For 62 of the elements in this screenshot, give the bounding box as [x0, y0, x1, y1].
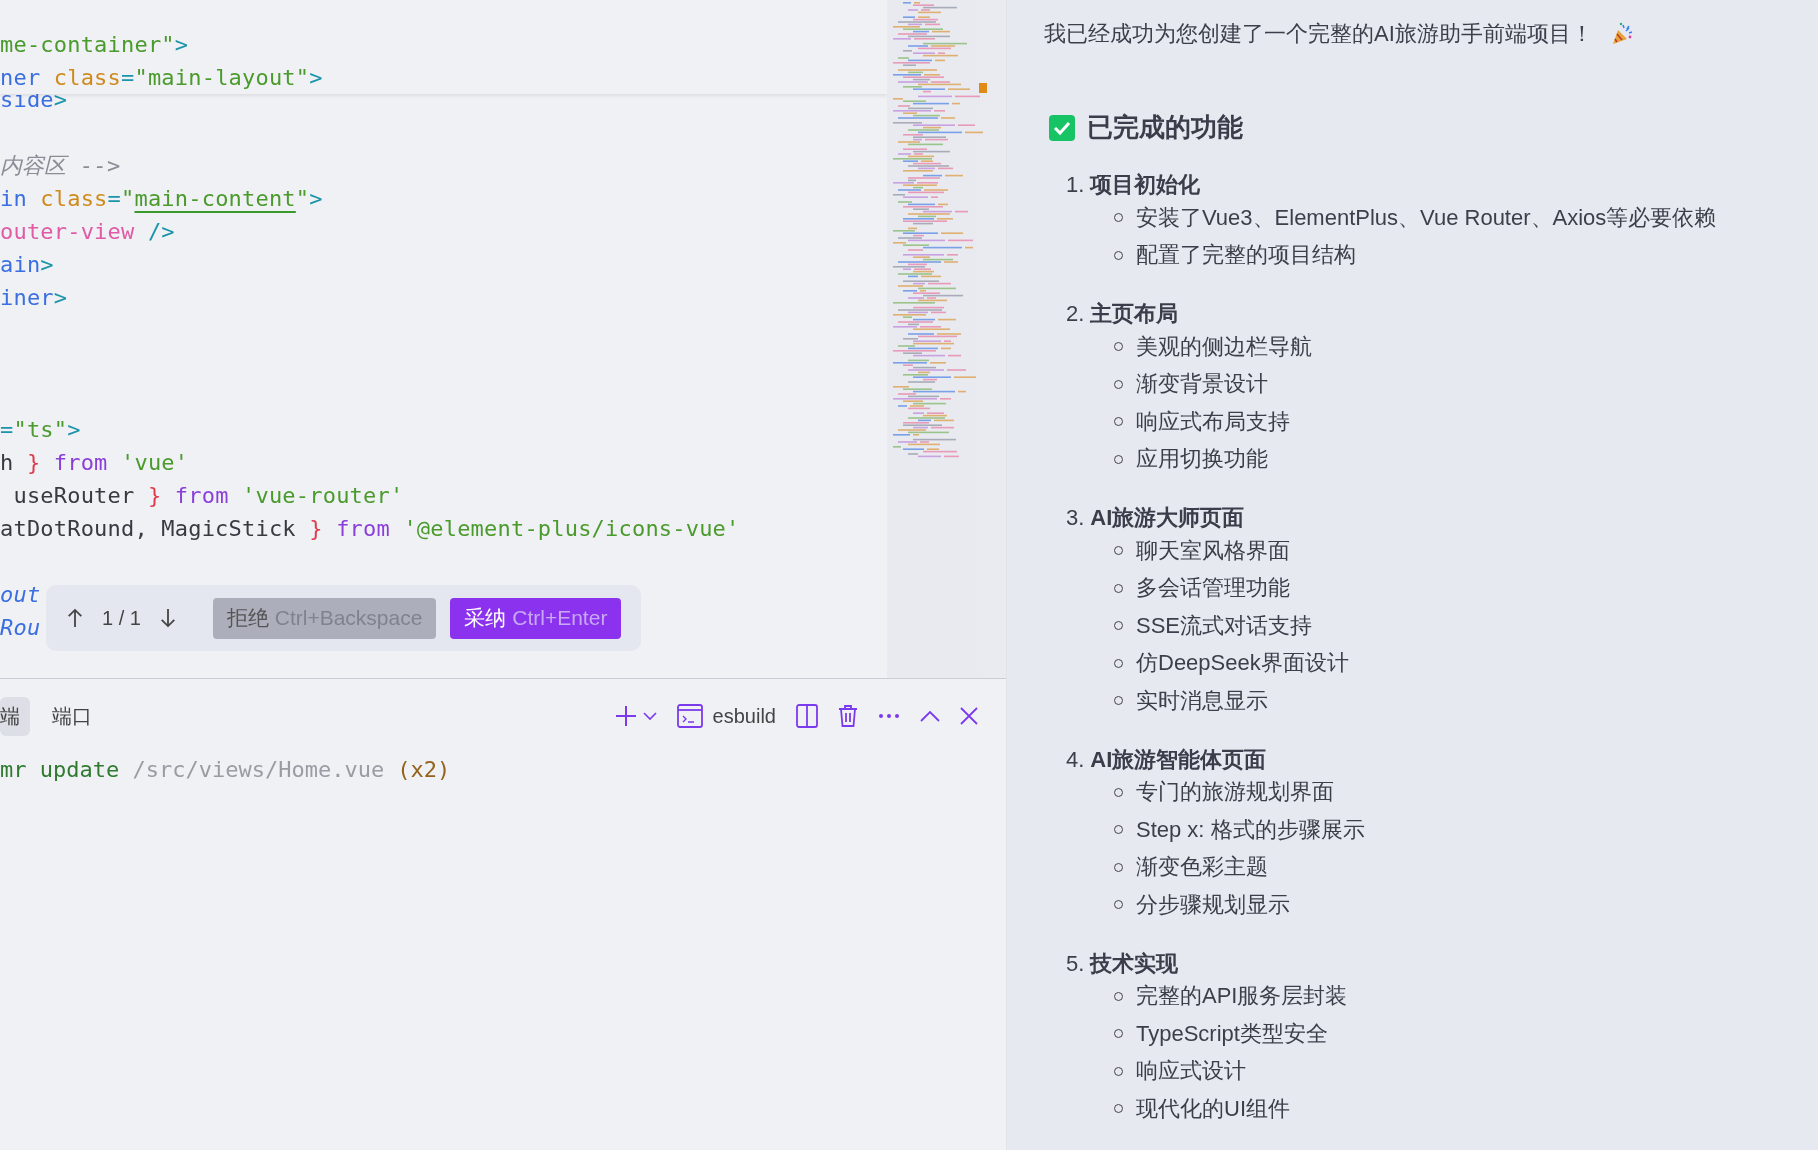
- split-icon[interactable]: [796, 704, 818, 728]
- list-item-text: 聊天室风格界面: [1136, 536, 1290, 565]
- list-item-text: TypeScript类型安全: [1136, 1019, 1328, 1048]
- list-item-text: 渐变色彩主题: [1136, 853, 1268, 882]
- list-item-text: 完整的API服务层封装: [1136, 982, 1348, 1011]
- list-item-text: 应用切换功能: [1136, 445, 1268, 474]
- list-item-text: 安装了Vue3、ElementPlus、Vue Router、Axios等必要依赖: [1136, 203, 1717, 232]
- more-icon[interactable]: [878, 713, 900, 719]
- code-line: ="ts">: [0, 416, 81, 444]
- plus-icon[interactable]: [614, 705, 637, 727]
- close-icon[interactable]: [960, 707, 978, 725]
- chevron-down-icon[interactable]: [642, 711, 657, 721]
- code-line: 内容区 -->: [0, 152, 121, 180]
- panel-tab[interactable]: 端口: [42, 696, 102, 736]
- list-item-text: 美观的侧边栏导航: [1136, 332, 1312, 361]
- list-item-text: 响应式设计: [1136, 1057, 1246, 1086]
- code-line: h } from 'vue': [0, 449, 189, 477]
- list-item-title: 主页布局: [1090, 300, 1179, 328]
- code-line: Rou: [0, 614, 41, 642]
- list-item-text: 配置了完整的项目结构: [1136, 241, 1356, 270]
- terminal-output-line: mr update /src/views/Home.vue (x2): [0, 756, 451, 784]
- list-item-text: 多会话管理功能: [1136, 574, 1290, 603]
- list-number: 1.: [1066, 172, 1085, 198]
- terminal-icon[interactable]: [676, 704, 703, 728]
- list-item-text: 专门的旅游规划界面: [1136, 778, 1334, 807]
- message-text: 我已经成功为您创建了一个完整的AI旅游助手前端项目！: [1044, 20, 1593, 48]
- code-line: ain>: [0, 251, 54, 279]
- list-item-text: 实时消息显示: [1136, 686, 1268, 715]
- code-line: useRouter } from 'vue-router': [12, 482, 404, 510]
- check-mark-icon: [1049, 114, 1075, 141]
- list-item-text: Step x: 格式的步骤展示: [1136, 815, 1365, 844]
- accept-button[interactable]: 采纳 Ctrl+Enter: [450, 597, 622, 639]
- party-popper-icon: [1610, 22, 1635, 46]
- code-line: in class="main-content">: [0, 185, 323, 213]
- list-item-title: AI旅游大师页面: [1090, 504, 1245, 532]
- change-counter: 1 / 1: [102, 606, 141, 630]
- change-marker: [979, 83, 987, 93]
- panel-tab[interactable]: 端: [0, 696, 30, 736]
- list-item-title: 项目初始化: [1090, 171, 1201, 199]
- list-item-text: 渐变背景设计: [1136, 370, 1268, 399]
- arrow-up-icon[interactable]: [66, 607, 84, 629]
- list-item-title: 技术实现: [1090, 949, 1179, 978]
- code-line: out: [0, 581, 41, 609]
- arrow-down-icon[interactable]: [158, 607, 177, 629]
- list-item-text: 响应式布局支持: [1136, 407, 1290, 436]
- trash-icon[interactable]: [838, 704, 858, 728]
- code-line: me-container">: [0, 31, 189, 59]
- code-line: outer-view />: [0, 218, 175, 246]
- list-number: 3.: [1066, 505, 1085, 531]
- code-line: atDotRound, MagicStick } from '@element-plus/icons-vue': [0, 515, 740, 543]
- list-number: 2.: [1066, 301, 1085, 327]
- code-line: iner>: [0, 284, 68, 312]
- list-item-text: 分步骤规划显示: [1136, 890, 1290, 919]
- chevron-up-icon[interactable]: [920, 710, 940, 722]
- terminal-name[interactable]: esbuild: [712, 704, 776, 728]
- list-item-title: AI旅游智能体页面: [1090, 745, 1267, 774]
- list-item-text: 仿DeepSeek界面设计: [1136, 649, 1349, 678]
- list-item-text: SSE流式对话支持: [1136, 611, 1313, 640]
- section-heading: 已完成的功能: [1087, 111, 1243, 144]
- list-item-text: 现代化的UI组件: [1136, 1094, 1290, 1123]
- list-number: 4.: [1066, 746, 1085, 773]
- list-number: 5.: [1066, 950, 1085, 977]
